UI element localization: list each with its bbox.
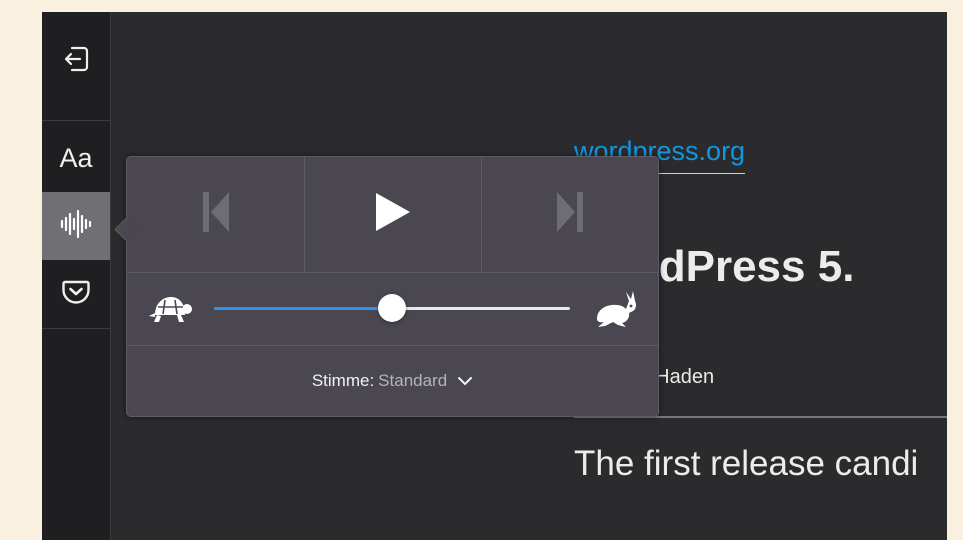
speed-control: [127, 273, 658, 346]
skip-forward-icon: [555, 190, 585, 239]
skip-forward-button[interactable]: [482, 157, 658, 272]
voice-selector[interactable]: Stimme: Standard: [127, 346, 658, 416]
close-reader-button[interactable]: [42, 26, 110, 96]
play-icon: [374, 191, 412, 238]
skip-back-button[interactable]: [127, 157, 305, 272]
article-paragraph: The first release candi: [574, 444, 919, 483]
voice-label: Stimme:: [311, 371, 375, 390]
speed-slider-fill: [214, 307, 392, 310]
playback-controls: [127, 157, 658, 273]
type-controls-label: Aa: [59, 142, 93, 173]
toolbar-divider: [42, 120, 110, 121]
hare-icon: [593, 289, 639, 334]
reader-toolbar: Aa: [42, 12, 111, 540]
play-button[interactable]: [305, 157, 482, 272]
toolbar-divider: [42, 328, 110, 329]
pocket-icon: [62, 279, 90, 310]
voice-value: Standard: [378, 371, 448, 390]
type-controls-button[interactable]: Aa: [42, 124, 110, 192]
speed-slider[interactable]: [214, 294, 570, 322]
exit-icon: [60, 43, 92, 80]
audio-waveform-icon: [59, 209, 93, 244]
speed-slider-thumb[interactable]: [378, 294, 406, 322]
narrate-button[interactable]: [42, 192, 110, 260]
tortoise-icon: [147, 291, 193, 332]
narrate-popup: Stimme: Standard: [114, 156, 659, 417]
save-to-pocket-button[interactable]: [42, 260, 110, 328]
chevron-down-icon: [457, 376, 473, 386]
skip-back-icon: [201, 190, 231, 239]
